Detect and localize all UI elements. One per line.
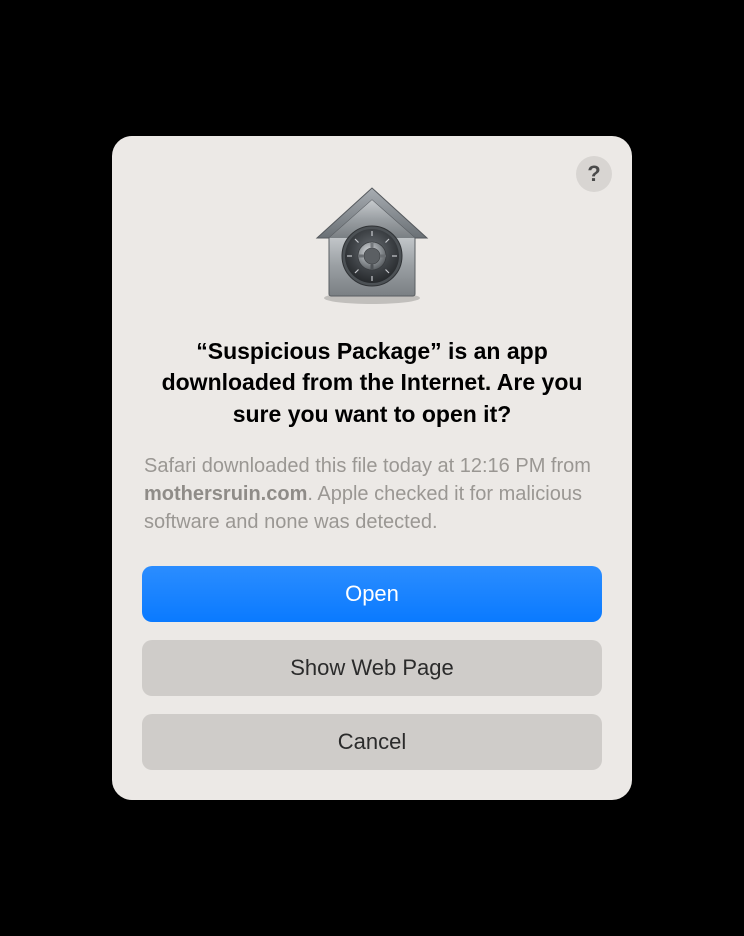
open-button[interactable]: Open — [142, 566, 602, 622]
show-web-page-button-label: Show Web Page — [290, 655, 453, 681]
security-house-icon — [307, 176, 437, 306]
help-button[interactable]: ? — [576, 156, 612, 192]
cancel-button-label: Cancel — [338, 729, 406, 755]
gatekeeper-dialog: ? — [112, 136, 632, 799]
subtitle-prefix: Safari downloaded this file today at 12:… — [144, 455, 591, 477]
open-button-label: Open — [345, 581, 399, 607]
subtitle-domain: mothersruin.com — [144, 483, 307, 505]
show-web-page-button[interactable]: Show Web Page — [142, 640, 602, 696]
dialog-title: “Suspicious Package” is an app downloade… — [142, 336, 602, 429]
help-icon: ? — [587, 161, 600, 187]
dialog-subtitle: Safari downloaded this file today at 12:… — [142, 452, 602, 536]
cancel-button[interactable]: Cancel — [142, 714, 602, 770]
dialog-icon-container — [142, 176, 602, 306]
